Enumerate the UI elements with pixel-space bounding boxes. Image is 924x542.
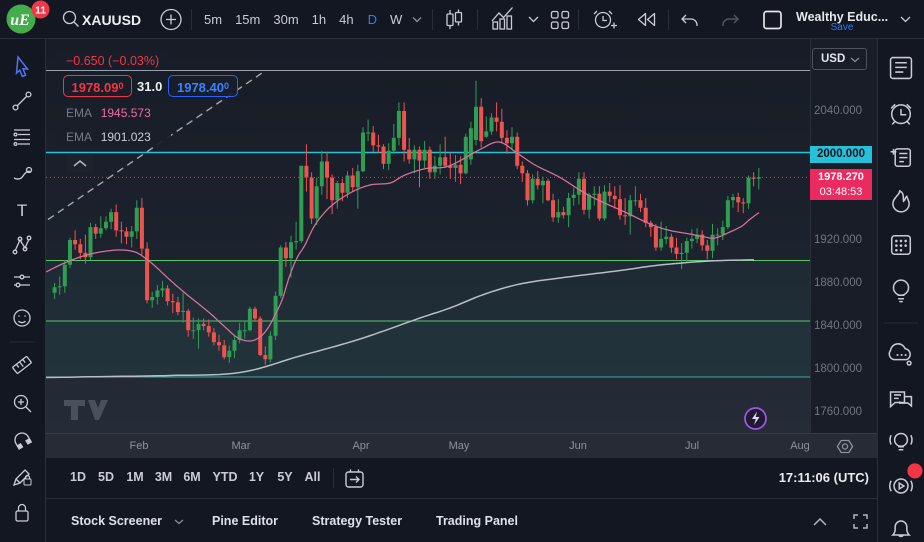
- svg-text:T: T: [17, 201, 27, 220]
- svg-text:uE: uE: [10, 12, 30, 29]
- svg-text:Save: Save: [831, 22, 854, 33]
- svg-text:11: 11: [35, 5, 46, 17]
